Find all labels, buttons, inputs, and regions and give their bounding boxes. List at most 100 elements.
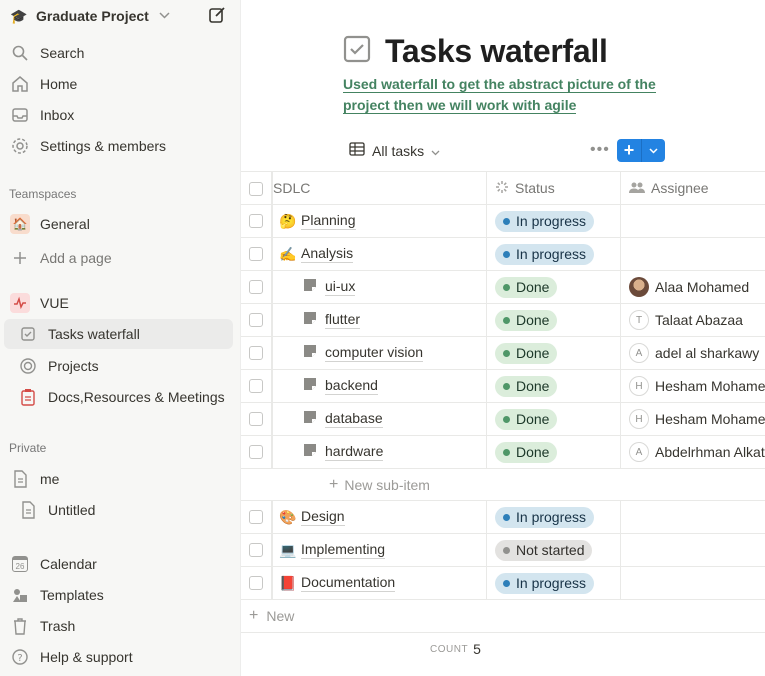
task-name[interactable]: Documentation (301, 574, 396, 592)
teamspace-vue[interactable]: VUE (10, 291, 232, 315)
nav-inbox[interactable]: Inbox (10, 103, 232, 127)
nav-search[interactable]: Search (10, 41, 232, 65)
task-name-cell[interactable]: database (271, 403, 487, 435)
status-cell[interactable]: Done (487, 370, 621, 402)
nav-templates[interactable]: Templates (10, 583, 232, 607)
status-cell[interactable]: Done (487, 403, 621, 435)
row-checkbox[interactable] (249, 280, 263, 294)
new-item-button[interactable]: + (617, 139, 665, 162)
status-cell[interactable]: Not started (487, 534, 621, 566)
table-row[interactable]: flutter Done T Talaat Abazaa (241, 304, 765, 337)
task-name[interactable]: ui-ux (325, 278, 356, 296)
task-name-cell[interactable]: computer vision (271, 337, 487, 369)
sidebar-item-tasks-waterfall[interactable]: Tasks waterfall (4, 319, 233, 349)
new-page-icon[interactable] (207, 5, 227, 25)
table-row[interactable]: 💻 Implementing Not started (241, 534, 765, 567)
assignee-cell[interactable] (621, 501, 765, 533)
row-checkbox[interactable] (249, 445, 263, 459)
status-cell[interactable]: In progress (487, 501, 621, 533)
task-name-cell[interactable]: flutter (271, 304, 487, 336)
task-name[interactable]: hardware (325, 443, 384, 461)
row-checkbox[interactable] (249, 379, 263, 393)
status-cell[interactable]: In progress (487, 567, 621, 599)
status-cell[interactable]: In progress (487, 238, 621, 270)
column-header-sdlc[interactable]: SDLC (271, 172, 487, 204)
chevron-down-icon (159, 11, 170, 22)
task-name-cell[interactable]: 📕 Documentation (271, 567, 487, 599)
column-header-sdlc-label: SDLC (273, 180, 311, 196)
assignee-cell[interactable]: T Talaat Abazaa (621, 304, 765, 336)
assignee-cell[interactable]: H Hesham Mohame (621, 370, 765, 402)
assignee-cell[interactable]: Aadel al sharkawy (621, 337, 765, 369)
status-cell[interactable]: Done (487, 436, 621, 468)
table-row[interactable]: 🎨 Design In progress (241, 501, 765, 534)
status-cell[interactable]: Done (487, 337, 621, 369)
table-row[interactable]: computer vision Done Aadel al sharkawy (241, 337, 765, 370)
new-dropdown-chevron-icon[interactable] (642, 139, 665, 162)
view-selector[interactable]: All tasks (349, 142, 440, 159)
task-name[interactable]: flutter (325, 311, 361, 329)
status-cell[interactable]: In progress (487, 205, 621, 237)
nav-calendar[interactable]: 26 Calendar (10, 552, 232, 576)
assignee-cell[interactable] (621, 534, 765, 566)
column-header-status[interactable]: Status (487, 172, 621, 204)
table-row[interactable]: ✍️ Analysis In progress (241, 238, 765, 271)
task-name[interactable]: database (325, 410, 383, 428)
sidebar-item-untitled[interactable]: Untitled (10, 498, 232, 522)
row-checkbox[interactable] (249, 346, 263, 360)
nav-settings[interactable]: Settings & members (10, 134, 232, 158)
task-name[interactable]: Implementing (301, 541, 386, 559)
row-count[interactable]: COUNT 5 (430, 641, 481, 657)
table-row[interactable]: ui-ux Done Alaa Mohamed (241, 271, 765, 304)
task-name-cell[interactable]: ui-ux (271, 271, 487, 303)
assignee-cell[interactable]: Alaa Mohamed (621, 271, 765, 303)
new-subitem-button[interactable]: + New sub-item (241, 469, 765, 501)
task-name[interactable]: Analysis (301, 245, 354, 263)
task-name-cell[interactable]: 🎨 Design (271, 501, 487, 533)
status-cell[interactable]: Done (487, 271, 621, 303)
task-name-cell[interactable]: ✍️ Analysis (271, 238, 487, 270)
assignee-cell[interactable] (621, 567, 765, 599)
table-row[interactable]: database Done H Hesham Mohame (241, 403, 765, 436)
assignee-cell[interactable] (621, 238, 765, 270)
row-checkbox[interactable] (249, 214, 263, 228)
nav-trash[interactable]: Trash (10, 614, 232, 638)
column-header-assignee[interactable]: Assignee (621, 172, 765, 204)
task-name[interactable]: backend (325, 377, 378, 395)
teamspace-general[interactable]: 🏠 General (10, 212, 232, 236)
row-checkbox[interactable] (249, 313, 263, 327)
row-checkbox[interactable] (249, 510, 263, 524)
row-checkbox[interactable] (249, 247, 263, 261)
table-row[interactable]: 🤔 Planning In progress (241, 205, 765, 238)
task-name-cell[interactable]: 💻 Implementing (271, 534, 487, 566)
sidebar-item-projects[interactable]: Projects (10, 354, 232, 378)
new-row-button[interactable]: + New (241, 600, 765, 633)
task-name[interactable]: Design (301, 508, 345, 526)
nav-help[interactable]: ? Help & support (10, 645, 232, 669)
row-checkbox[interactable] (249, 412, 263, 426)
table-row[interactable]: backend Done H Hesham Mohame (241, 370, 765, 403)
task-name[interactable]: Planning (301, 212, 356, 230)
page-description[interactable]: Used waterfall to get the abstract pictu… (343, 74, 663, 116)
task-name-cell[interactable]: backend (271, 370, 487, 402)
nav-trash-label: Trash (40, 618, 76, 634)
add-page-button[interactable]: Add a page (10, 246, 232, 270)
plus-icon[interactable]: + (617, 139, 642, 162)
status-cell[interactable]: Done (487, 304, 621, 336)
assignee-cell[interactable]: H Hesham Mohame (621, 403, 765, 435)
assignee-cell[interactable]: A Abdelrhman Alkat (621, 436, 765, 468)
select-all-checkbox[interactable] (249, 182, 263, 196)
table-row[interactable]: hardware Done A Abdelrhman Alkat (241, 436, 765, 469)
nav-home[interactable]: Home (10, 72, 232, 96)
sidebar-item-docs[interactable]: Docs,Resources & Meetings (10, 385, 232, 409)
row-checkbox[interactable] (249, 543, 263, 557)
row-checkbox[interactable] (249, 576, 263, 590)
task-name-cell[interactable]: hardware (271, 436, 487, 468)
sidebar-item-me[interactable]: me (10, 467, 232, 491)
workspace-switcher[interactable]: 🎓 Graduate Project (10, 5, 170, 27)
task-name[interactable]: computer vision (325, 344, 424, 362)
assignee-cell[interactable] (621, 205, 765, 237)
table-row[interactable]: 📕 Documentation In progress (241, 567, 765, 600)
more-options-icon[interactable]: ••• (590, 141, 610, 159)
task-name-cell[interactable]: 🤔 Planning (271, 205, 487, 237)
